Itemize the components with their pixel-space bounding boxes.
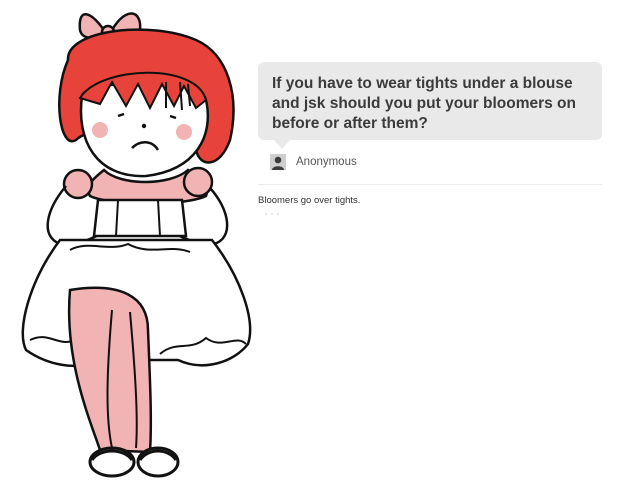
divider [258,184,602,185]
girl-illustration [21,12,252,478]
cheek-left [92,122,108,138]
shoe-left [88,446,136,478]
question-text: If you have to wear tights under a blous… [272,75,576,132]
faint-dots-decoration [265,213,279,215]
question-bubble: If you have to wear tights under a blous… [258,62,602,149]
silhouette-avatar-icon[interactable] [270,154,286,170]
asker-name[interactable]: Anonymous [296,156,357,168]
legs [67,286,153,454]
answer-text: Bloomers go over tights. [258,195,361,206]
dress-bodice [92,198,188,238]
cheek-right [176,124,192,140]
asker-row[interactable]: Anonymous [270,153,357,171]
shoe-right [136,446,180,478]
